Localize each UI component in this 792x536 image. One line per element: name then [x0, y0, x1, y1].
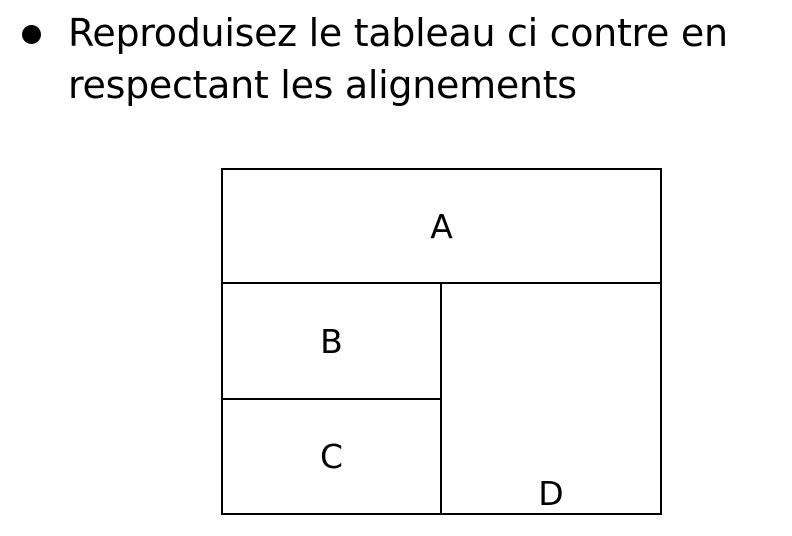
- cell-d-label: D: [538, 474, 564, 513]
- table-row: A: [220, 168, 663, 284]
- example-table: A B D C: [220, 168, 663, 515]
- table-cell-c: C: [221, 398, 442, 515]
- cell-c-label: C: [319, 437, 344, 476]
- table-row: B D: [221, 282, 663, 515]
- instruction-text: Reproduisez le tableau ci contre en resp…: [68, 11, 728, 107]
- table-cell-b: B: [221, 282, 442, 400]
- cell-a-label: A: [430, 206, 453, 246]
- table-cell-d: D: [439, 282, 663, 515]
- bullet-point: [22, 25, 41, 44]
- cell-b-label: B: [320, 321, 343, 361]
- table-cell-a: A: [220, 168, 663, 284]
